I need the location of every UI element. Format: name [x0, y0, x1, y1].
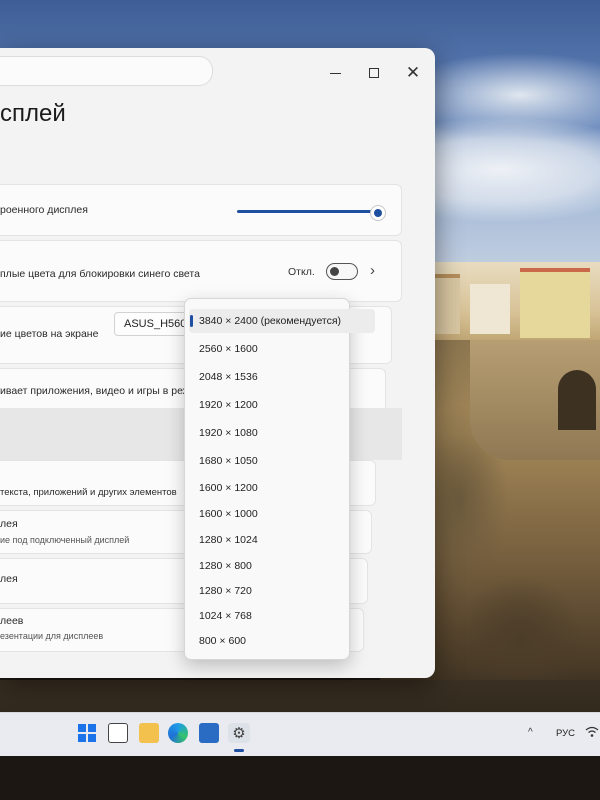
taskbar: ⚙ ^ РУС [0, 712, 600, 756]
search-input[interactable] [0, 56, 213, 86]
hdr-label: ивает приложения, видео и игры в режиме [0, 385, 209, 397]
resolution-option[interactable]: 1600 × 1000 [189, 502, 377, 526]
close-icon: ✕ [405, 63, 421, 82]
maximize-button[interactable] [361, 62, 387, 84]
resolution-option[interactable]: 1280 × 1024 [189, 528, 377, 552]
resolution-title: лея [0, 518, 18, 530]
resolution-option[interactable]: 1280 × 720 [189, 579, 377, 603]
resolution-option[interactable]: 1920 × 1080 [189, 421, 377, 445]
resolution-option[interactable]: 1280 × 800 [189, 554, 377, 578]
resolution-dropdown[interactable]: 3840 × 2400 (рекомендуется) 2560 × 1600 … [184, 298, 375, 660]
color-profile-label: ие цветов на экране [0, 328, 99, 340]
night-light-toggle[interactable] [326, 263, 358, 280]
active-app-indicator [234, 749, 244, 752]
page-title: сплей [0, 100, 66, 127]
brightness-label: роенного дисплея [0, 204, 88, 216]
file-explorer-icon[interactable] [139, 723, 159, 743]
resolution-option[interactable]: 1920 × 1200 [189, 393, 377, 417]
resolution-option[interactable]: 1680 × 1050 [189, 449, 377, 473]
windows-start-icon[interactable] [77, 723, 97, 743]
minimize-icon [329, 72, 341, 74]
orientation-title: лея [0, 573, 18, 585]
chevron-right-icon[interactable]: › [370, 262, 375, 279]
night-light-state: Откл. [288, 266, 315, 278]
wallpaper-bridge [470, 340, 600, 460]
resolution-option[interactable]: 3840 × 2400 (рекомендуется) [189, 309, 375, 333]
resolution-option[interactable]: 2048 × 1536 [189, 365, 377, 389]
edge-icon[interactable] [168, 723, 188, 743]
multiple-displays-subtitle: езентации для дисплеев [0, 631, 104, 641]
scale-label: текста, приложений и других элементов [0, 487, 177, 498]
color-profile-select[interactable]: ASUS_H5600 [114, 312, 194, 336]
night-light-label: плые цвета для блокировки синего света [0, 268, 200, 280]
maximize-icon [369, 68, 379, 78]
close-button[interactable]: ✕ [400, 62, 426, 84]
microsoft-store-icon[interactable] [199, 723, 219, 743]
resolution-option[interactable]: 1024 × 768 [189, 604, 377, 628]
task-view-icon[interactable] [108, 723, 128, 743]
resolution-option[interactable]: 800 × 600 [189, 629, 377, 653]
resolution-option[interactable]: 2560 × 1600 [189, 337, 377, 361]
brightness-slider-thumb[interactable] [370, 205, 386, 221]
chevron-up-icon[interactable]: ^ [528, 727, 533, 738]
minimize-button[interactable] [322, 62, 348, 84]
wifi-icon[interactable] [585, 725, 599, 739]
multiple-displays-title: леев [0, 615, 24, 627]
resolution-option[interactable]: 1600 × 1200 [189, 476, 377, 500]
resolution-subtitle: ие под подключенный дисплей [0, 535, 130, 545]
brightness-slider-track[interactable] [237, 210, 379, 213]
language-indicator[interactable]: РУС [556, 728, 575, 739]
settings-gear-icon[interactable]: ⚙ [228, 723, 250, 743]
